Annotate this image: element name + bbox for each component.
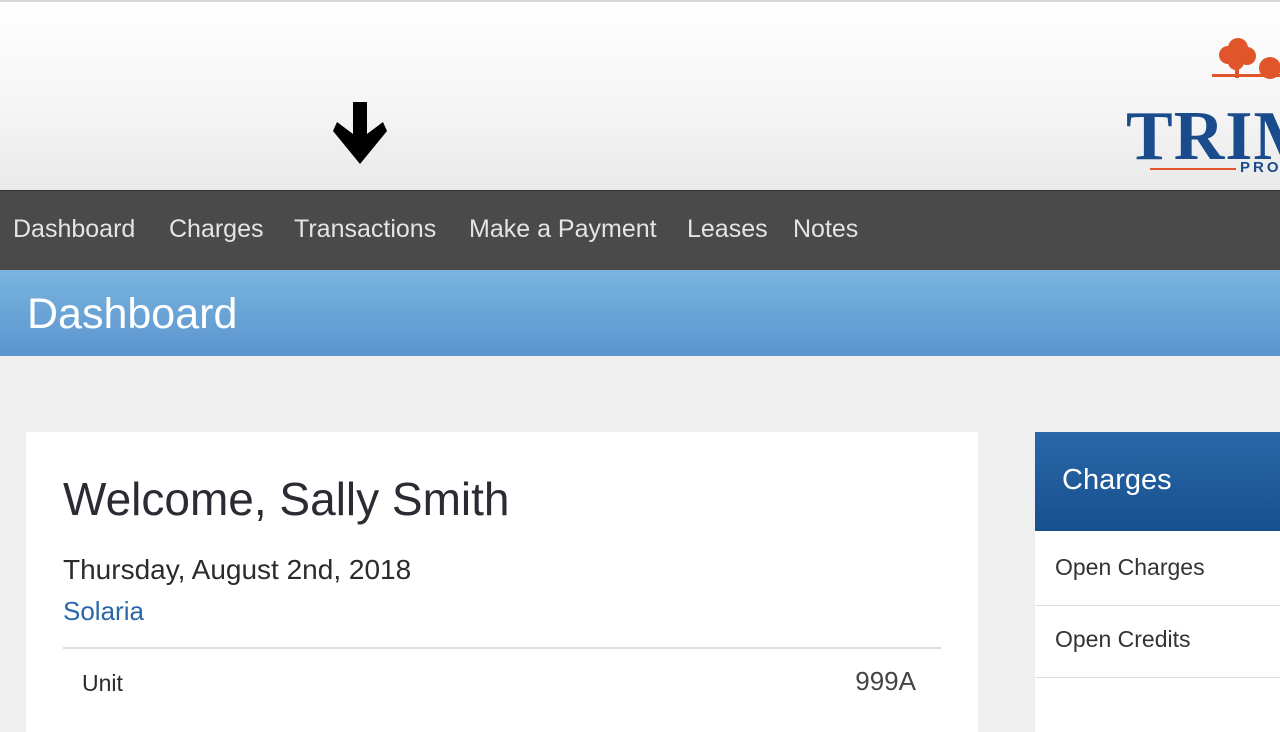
arrow-down-icon (333, 102, 387, 164)
page-title: Dashboard (27, 290, 238, 338)
nav-item-dashboard[interactable]: Dashboard (13, 215, 135, 244)
nav-item-charges[interactable]: Charges (169, 215, 264, 244)
nav-item-make-a-payment[interactable]: Make a Payment (469, 215, 657, 244)
welcome-card: Welcome, Sally Smith Thursday, August 2n… (26, 432, 978, 732)
property-link[interactable]: Solaria (63, 596, 144, 627)
logo: TRIM PRO (1120, 28, 1280, 178)
nav-item-transactions[interactable]: Transactions (294, 215, 436, 244)
divider (1035, 677, 1280, 678)
charges-panel-header: Charges (1035, 432, 1280, 531)
unit-label: Unit (82, 670, 123, 696)
welcome-heading: Welcome, Sally Smith (63, 473, 510, 525)
divider (63, 647, 941, 649)
logo-underline (1150, 168, 1236, 170)
open-credits-link[interactable]: Open Credits (1055, 626, 1191, 653)
logo-subtext: PRO (1240, 159, 1280, 176)
tree-icon (1212, 38, 1280, 79)
nav-item-notes[interactable]: Notes (793, 215, 858, 244)
charges-panel: Charges Open Charges Open Credits (1035, 432, 1280, 732)
header: TRIM PRO (0, 0, 1280, 190)
open-charges-link[interactable]: Open Charges (1055, 554, 1205, 581)
current-date: Thursday, August 2nd, 2018 (63, 554, 412, 585)
unit-value: 999A (855, 666, 916, 696)
nav-item-leases[interactable]: Leases (687, 215, 768, 244)
main-nav: Dashboard Charges Transactions Make a Pa… (0, 190, 1280, 270)
charges-panel-title: Charges (1062, 464, 1172, 496)
page-title-bar: Dashboard (0, 270, 1280, 356)
divider (1035, 605, 1280, 606)
